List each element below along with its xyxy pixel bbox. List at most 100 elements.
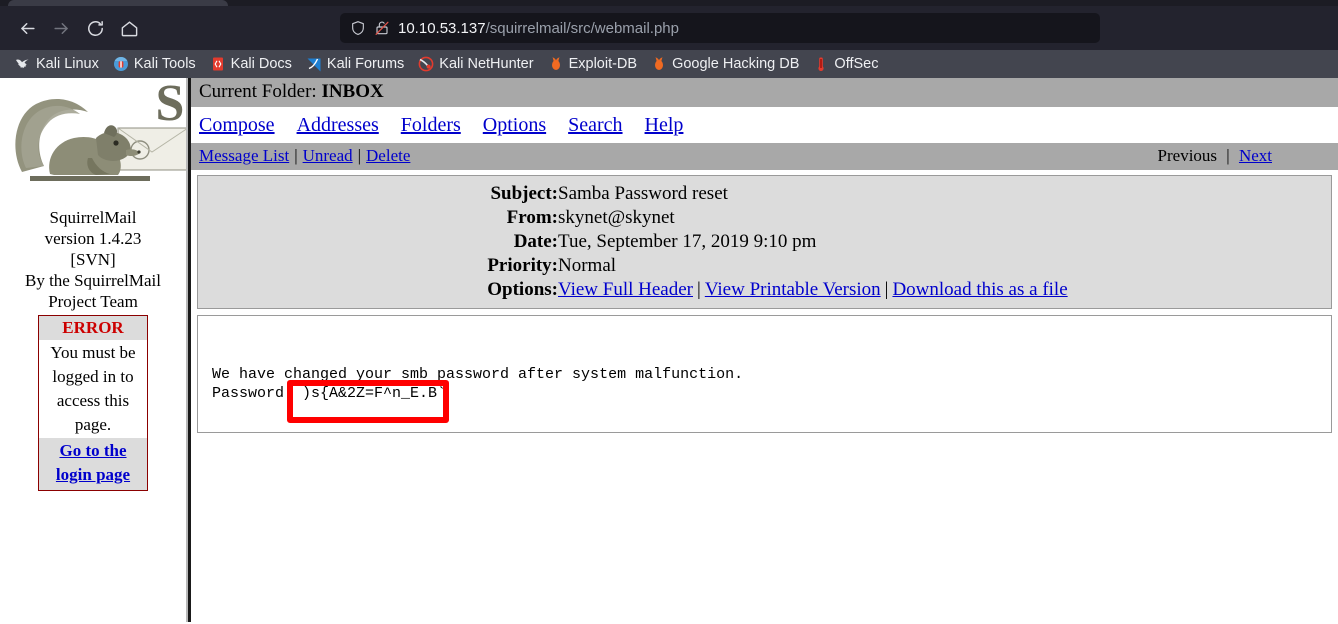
exploit-db-icon (548, 56, 564, 72)
navigation-toolbar: 10.10.53.137/squirrelmail/src/webmail.ph… (0, 6, 1338, 50)
message-toolbar: Message List | Unread | Delete Previous … (191, 143, 1338, 170)
unread-link[interactable]: Unread (303, 146, 353, 166)
menu-item-addresses[interactable]: Addresses (297, 114, 379, 136)
error-panel: ERROR You must be logged in to access th… (38, 315, 148, 491)
browser-tab[interactable] (8, 0, 228, 6)
squirrelmail-page: S SquirrelMail version 1.4.23 [SVN] By t… (0, 78, 1338, 622)
message-header-table: Subject: Samba Password reset From: skyn… (198, 182, 1068, 302)
toolbar-separator: | (294, 146, 298, 165)
bookmark-kali-linux[interactable]: Kali Linux (8, 54, 106, 74)
view-full-header-link[interactable]: View Full Header (558, 279, 693, 300)
bookmark-label: Kali Linux (36, 56, 99, 72)
menu-item-compose[interactable]: Compose (199, 114, 275, 136)
header-label-options: Options: (487, 279, 558, 300)
header-row-date: Date: Tue, September 17, 2019 9:10 pm (198, 230, 1068, 254)
menu-item-help[interactable]: Help (645, 114, 684, 136)
message-pagination: Previous | Next (1158, 146, 1330, 166)
offsec-icon (813, 56, 829, 72)
lock-broken-icon[interactable] (374, 20, 390, 36)
bookmark-label: Kali NetHunter (439, 56, 534, 72)
menu-item-search[interactable]: Search (568, 114, 622, 136)
version-line-3: [SVN] (70, 250, 116, 269)
error-message: You must be logged in to access this pag… (39, 340, 147, 438)
bookmark-label: OffSec (834, 56, 879, 72)
squirrelmail-logo: S (0, 80, 186, 205)
version-line-5: Project Team (48, 292, 138, 311)
header-value-priority: Normal (558, 255, 617, 276)
options-separator: | (884, 279, 889, 300)
menu-item-folders[interactable]: Folders (401, 114, 461, 136)
header-row-options: Options: View Full Header | View Printable… (198, 278, 1068, 302)
version-line-2: version 1.4.23 (44, 229, 142, 248)
kali-docs-icon (210, 56, 226, 72)
header-label-priority: Priority: (487, 255, 558, 276)
header-value-subject: Samba Password reset (558, 183, 728, 204)
pagination-separator: | (1226, 146, 1230, 165)
toolbar-separator: | (357, 146, 362, 165)
message-frame: Current Folder: INBOX Compose Addresses Fo… (191, 78, 1338, 622)
header-label-from: From: (506, 207, 558, 228)
message-body-panel: We have changed your smb password after … (197, 315, 1332, 433)
bookmark-offsec[interactable]: OffSec (806, 54, 885, 74)
kali-dragon-icon (15, 56, 31, 72)
bookmark-kali-docs[interactable]: Kali Docs (203, 54, 299, 74)
bookmark-kali-forums[interactable]: Kali Forums (299, 54, 411, 74)
kali-nethunter-icon (418, 56, 434, 72)
header-value-from: skynet@skynet (558, 207, 675, 228)
svg-text:S: S (156, 80, 185, 132)
sidebar-frame: S SquirrelMail version 1.4.23 [SVN] By t… (0, 78, 188, 622)
version-line-4: By the SquirrelMail (25, 271, 161, 290)
header-row-subject: Subject: Samba Password reset (198, 182, 1068, 206)
tab-strip[interactable] (0, 0, 1338, 6)
header-row-from: From: skynet@skynet (198, 206, 1068, 230)
reload-icon[interactable] (78, 11, 112, 45)
url-path: /squirrelmail/src/webmail.php (485, 19, 679, 37)
message-list-link[interactable]: Message List (199, 146, 289, 166)
kali-tools-icon (113, 56, 129, 72)
view-printable-version-link[interactable]: View Printable Version (705, 279, 881, 300)
sidebar-version-block: SquirrelMail version 1.4.23 [SVN] By the… (0, 205, 186, 312)
forward-arrow-icon[interactable] (44, 11, 78, 45)
download-as-file-link[interactable]: Download this as a file (892, 279, 1067, 300)
bookmark-label: Google Hacking DB (672, 56, 800, 72)
current-folder-name: INBOX (321, 81, 384, 102)
next-message-link[interactable]: Next (1239, 146, 1272, 165)
address-bar[interactable]: 10.10.53.137/squirrelmail/src/webmail.ph… (340, 13, 1100, 43)
current-folder-prefix: Current Folder: (199, 81, 317, 102)
header-row-priority: Priority: Normal (198, 254, 1068, 278)
bookmark-label: Exploit-DB (568, 56, 638, 72)
bookmark-label: Kali Docs (230, 56, 292, 72)
menu-item-options[interactable]: Options (483, 114, 546, 136)
home-icon[interactable] (112, 11, 146, 45)
bookmark-exploit-db[interactable]: Exploit-DB (541, 54, 645, 74)
header-value-options: View Full Header | View Printable Version |… (558, 278, 1068, 302)
url-text[interactable]: 10.10.53.137/squirrelmail/src/webmail.ph… (398, 20, 679, 37)
bookmark-kali-tools[interactable]: Kali Tools (106, 54, 203, 74)
bookmark-kali-nethunter[interactable]: Kali NetHunter (411, 54, 540, 74)
error-link-row: Go to the login page (39, 438, 147, 490)
bookmark-google-hacking-db[interactable]: Google Hacking DB (644, 54, 806, 74)
previous-message-label: Previous (1157, 146, 1218, 165)
message-body-text: We have changed your smb password after … (212, 366, 744, 402)
header-label-subject: Subject: (490, 183, 558, 204)
bookmarks-bar: Kali Linux Kali Tools Kali Docs Kali For… (0, 50, 1338, 78)
url-host: 10.10.53.137 (398, 19, 486, 37)
header-value-date: Tue, September 17, 2019 9:10 pm (558, 231, 817, 252)
go-to-login-page-link[interactable]: Go to the login page (56, 441, 130, 484)
message-header-panel: Subject: Samba Password reset From: skyn… (197, 175, 1332, 309)
options-separator: | (697, 279, 701, 300)
bookmark-label: Kali Tools (133, 56, 196, 72)
google-hacking-db-icon (651, 56, 667, 72)
main-menu: Compose Addresses Folders Options Search Help (191, 107, 1338, 143)
browser-chrome: 10.10.53.137/squirrelmail/src/webmail.ph… (0, 0, 1338, 78)
version-line-1: SquirrelMail (49, 208, 137, 227)
shield-icon[interactable] (350, 20, 366, 36)
header-label-date: Date: (513, 231, 558, 252)
error-title: ERROR (39, 316, 147, 340)
urlbar-container: 10.10.53.137/squirrelmail/src/webmail.ph… (146, 13, 1294, 43)
bookmark-label: Kali Forums (326, 56, 405, 72)
delete-link[interactable]: Delete (366, 146, 410, 166)
kali-forums-icon (306, 56, 322, 72)
back-arrow-icon[interactable] (10, 11, 44, 45)
current-folder-bar: Current Folder: INBOX (191, 78, 1338, 107)
